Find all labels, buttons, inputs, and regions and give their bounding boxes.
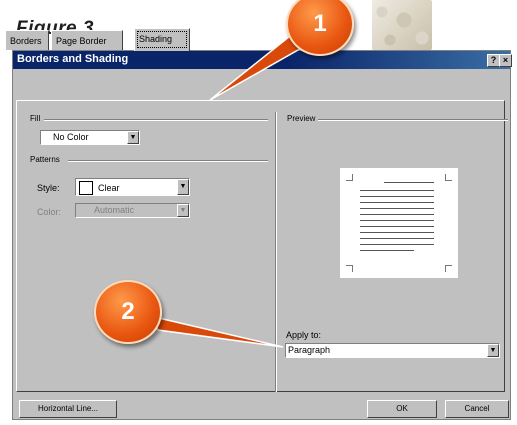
callout-2-arrow bbox=[148, 314, 284, 348]
callout-badge-2: 2 bbox=[94, 280, 162, 344]
callout-arrows bbox=[148, 26, 314, 348]
